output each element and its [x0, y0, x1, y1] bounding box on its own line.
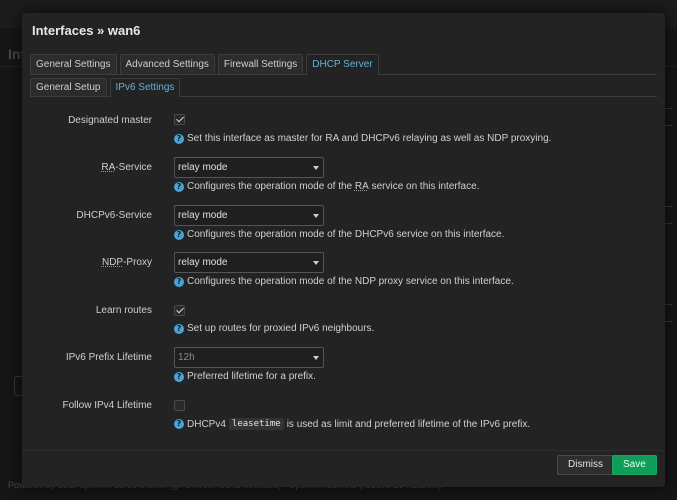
dhcpv6-service-label: DHCPv6-Service — [76, 210, 152, 221]
save-button[interactable]: Save — [612, 455, 657, 475]
tab-advanced-settings[interactable]: Advanced Settings — [119, 54, 215, 74]
ra-service-help: ? Configures the operation mode of the R… — [174, 181, 479, 192]
learn-routes-help: ? Set up routes for proxied IPv6 neighbo… — [174, 323, 374, 334]
modal-footer-divider — [22, 450, 665, 451]
modal-title: Interfaces » wan6 — [32, 23, 141, 38]
interface-config-modal: Interfaces » wan6 General Settings Advan… — [22, 13, 665, 487]
dhcpv6-service-select[interactable]: relay mode — [174, 205, 324, 226]
designated-master-checkbox[interactable] — [174, 114, 185, 125]
subtab-ipv6-settings[interactable]: IPv6 Settings — [109, 78, 181, 97]
question-circle-icon: ? — [174, 419, 184, 429]
question-circle-icon: ? — [174, 323, 184, 334]
caret-down-icon — [313, 261, 319, 265]
tab-dhcp-server[interactable]: DHCP Server — [306, 54, 379, 75]
tab-general-settings[interactable]: General Settings — [30, 54, 117, 74]
ndp-proxy-select[interactable]: relay mode — [174, 252, 324, 273]
question-circle-icon: ? — [174, 229, 184, 240]
learn-routes-checkbox[interactable] — [174, 305, 185, 316]
ra-service-label: RA-Service — [101, 162, 152, 173]
follow-ipv4-lifetime-checkbox[interactable] — [174, 400, 185, 411]
designated-master-label: Designated master — [68, 115, 152, 126]
designated-master-help: ? Set this interface as master for RA an… — [174, 133, 551, 144]
caret-down-icon — [313, 166, 319, 170]
ndp-proxy-help: ? Configures the operation mode of the N… — [174, 276, 514, 287]
question-circle-icon: ? — [174, 371, 184, 382]
question-circle-icon: ? — [174, 276, 184, 287]
follow-ipv4-lifetime-help: ? DHCPv4 leasetime is used as limit and … — [174, 418, 530, 430]
ra-service-select[interactable]: relay mode — [174, 157, 324, 178]
subtab-general-setup[interactable]: General Setup — [30, 78, 107, 96]
question-circle-icon: ? — [174, 181, 184, 192]
ipv6-prefix-lifetime-select[interactable]: 12h — [174, 347, 324, 368]
ipv6-prefix-lifetime-help: ? Preferred lifetime for a prefix. — [174, 371, 316, 382]
dhcpv6-service-help: ? Configures the operation mode of the D… — [174, 229, 504, 240]
question-circle-icon: ? — [174, 133, 184, 144]
tab-firewall-settings[interactable]: Firewall Settings — [217, 54, 304, 74]
follow-ipv4-lifetime-label: Follow IPv4 Lifetime — [62, 400, 152, 411]
sub-tabs: General Setup IPv6 Settings — [30, 77, 657, 97]
caret-down-icon — [313, 356, 319, 360]
main-tabs: General Settings Advanced Settings Firew… — [30, 44, 657, 75]
dismiss-button[interactable]: Dismiss — [557, 455, 614, 475]
leasetime-code: leasetime — [228, 418, 284, 430]
caret-down-icon — [313, 214, 319, 218]
ipv6-prefix-lifetime-label: IPv6 Prefix Lifetime — [65, 352, 152, 363]
ndp-proxy-label: NDP-Proxy — [101, 257, 152, 268]
learn-routes-label: Learn routes — [95, 305, 152, 316]
